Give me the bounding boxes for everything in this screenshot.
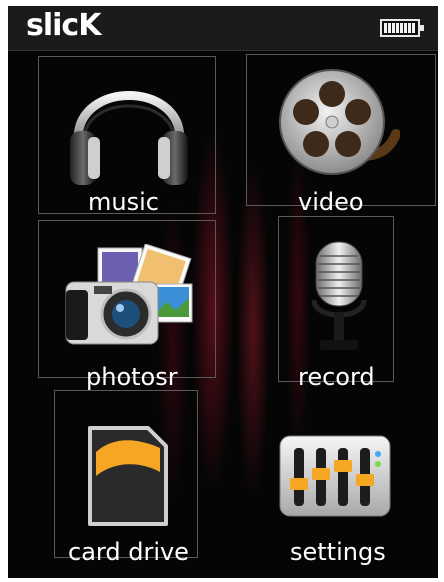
device-screen: slicK music video photosr record card dr… bbox=[8, 6, 438, 578]
camera-photos-icon bbox=[65, 244, 193, 345]
record-label: record bbox=[298, 363, 375, 391]
photos-label: photosr bbox=[86, 363, 178, 391]
card-drive-label: card drive bbox=[68, 538, 189, 566]
brand-logo: slicK bbox=[26, 8, 101, 43]
video-label: video bbox=[298, 188, 364, 216]
music-label: music bbox=[88, 188, 159, 216]
battery-icon bbox=[380, 19, 424, 37]
settings-label[interactable]: settings bbox=[290, 538, 386, 566]
status-bar: slicK bbox=[8, 6, 438, 51]
microphone-icon bbox=[311, 241, 367, 350]
headphones-icon bbox=[70, 91, 188, 185]
equalizer-sliders-icon[interactable] bbox=[278, 434, 392, 518]
sd-card-icon bbox=[88, 426, 168, 526]
film-reel-icon bbox=[279, 69, 400, 175]
